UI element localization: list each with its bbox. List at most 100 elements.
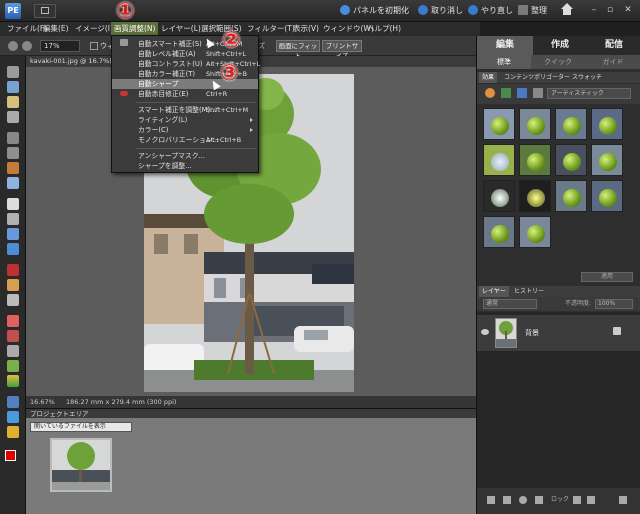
blend-mode-select[interactable]: 通常 <box>483 299 537 309</box>
selection-brush-tool-icon[interactable] <box>7 177 19 189</box>
menu-image[interactable]: イメージ(I) <box>72 22 116 36</box>
layer-row[interactable]: 背景 <box>477 315 640 351</box>
effect-thumbnail[interactable] <box>519 180 551 212</box>
marquee-tool-icon[interactable] <box>7 132 19 144</box>
filters-icon[interactable] <box>485 88 495 98</box>
redo-button[interactable]: やり直し <box>468 4 513 18</box>
window-fit-checkbox[interactable] <box>90 42 98 50</box>
menu-item-lighting[interactable]: ライティング(L) <box>112 115 258 125</box>
reset-icon <box>340 5 350 15</box>
effect-thumbnail[interactable] <box>591 144 623 176</box>
maximize-icon[interactable]: ▫ <box>604 4 616 16</box>
lasso-tool-icon[interactable] <box>7 147 19 159</box>
screen-fit-button[interactable]: 画面にフィット <box>276 40 320 60</box>
adjustment-layer-icon[interactable] <box>519 496 527 504</box>
menu-help[interactable]: ヘルプ(H) <box>364 22 404 36</box>
tab-share[interactable]: 配信 <box>587 36 640 55</box>
tab-create[interactable]: 作成 <box>533 36 587 55</box>
eyedropper-tool-icon[interactable] <box>7 111 19 123</box>
layer-thumbnail-image <box>496 319 516 347</box>
shape-tool-icon[interactable] <box>7 396 19 408</box>
enhance-menu-dropdown: 自動スマート補正(S) Alt+Ctrl+M 自動レベル補正(A) Shift+Ct… <box>111 35 260 173</box>
straighten-tool-icon[interactable] <box>7 243 19 255</box>
healing-brush-tool-icon[interactable] <box>7 279 19 291</box>
workspace-mode-button[interactable] <box>34 4 56 18</box>
print-size-button[interactable]: プリントサイズ <box>322 40 362 60</box>
home-icon[interactable] <box>560 3 574 17</box>
effects-category-select[interactable]: アーティスティック <box>547 88 631 99</box>
undo-button[interactable]: 取り消し <box>418 4 463 18</box>
trash-icon[interactable] <box>619 496 627 504</box>
menu-layer[interactable]: レイヤー(L) <box>158 22 204 36</box>
menu-separator <box>136 148 256 149</box>
tab-quick[interactable]: クイック <box>531 55 585 69</box>
move-tool-icon[interactable] <box>7 66 19 78</box>
type-tool-icon[interactable] <box>7 198 19 210</box>
eye-icon[interactable] <box>481 329 489 335</box>
clone-stamp-tool-icon[interactable] <box>7 294 19 306</box>
photo-effects-icon[interactable] <box>517 88 527 98</box>
smart-brush-tool-icon[interactable] <box>7 345 19 357</box>
show-all-icon[interactable] <box>533 88 543 98</box>
project-bin-select[interactable]: 開いているファイルを表示 <box>30 422 132 432</box>
cookie-cutter-tool-icon[interactable] <box>7 228 19 240</box>
paint-bucket-tool-icon[interactable] <box>7 360 19 372</box>
tab-layers[interactable]: レイヤー <box>479 286 509 297</box>
zoom-in-icon[interactable] <box>22 41 32 51</box>
zoom-out-icon[interactable] <box>8 41 18 51</box>
menu-item-auto-red-eye[interactable]: 自動赤目修正(E) Ctrl+R <box>112 89 258 99</box>
effect-thumbnail[interactable] <box>555 180 587 212</box>
close-icon[interactable]: ✕ <box>622 4 634 16</box>
zoom-field[interactable]: 17% <box>40 40 80 52</box>
menu-view[interactable]: 表示(V) <box>290 22 322 36</box>
menu-item-adjust-smart-fix[interactable]: スマート補正を調整(M)... Shift+Ctrl+M <box>112 105 258 115</box>
brush-tool-icon[interactable] <box>7 330 19 342</box>
effect-thumbnail[interactable] <box>591 108 623 140</box>
zoom-tool-icon[interactable] <box>7 81 19 93</box>
minimize-icon[interactable]: – <box>588 4 600 16</box>
tab-favorites[interactable]: ポリゴーター <box>531 72 573 83</box>
tab-guided[interactable]: ガイド <box>585 55 640 69</box>
menu-item-unsharp-mask[interactable]: アンシャープマスク... <box>112 151 258 161</box>
effect-thumbnail[interactable] <box>483 216 515 248</box>
effect-thumbnail[interactable] <box>591 180 623 212</box>
menu-item-convert-bw[interactable]: モノクロバリエーション... Alt+Ctrl+B <box>112 135 258 145</box>
effect-thumbnail[interactable] <box>555 108 587 140</box>
opacity-field[interactable]: 100% <box>595 299 633 309</box>
new-layer-icon[interactable] <box>487 496 495 504</box>
blur-tool-icon[interactable] <box>7 411 19 423</box>
organize-button[interactable]: 整理 <box>518 4 547 18</box>
menu-item-color[interactable]: カラー(C) <box>112 125 258 135</box>
foreground-color-swatch[interactable] <box>5 450 16 461</box>
effect-thumbnail[interactable] <box>483 108 515 140</box>
eraser-tool-icon[interactable] <box>7 315 19 327</box>
crop-tool-icon[interactable] <box>7 213 19 225</box>
effect-thumbnail[interactable] <box>519 216 551 248</box>
tab-swatches[interactable]: スウォッチ <box>569 72 605 83</box>
layer-mask-icon[interactable] <box>535 496 543 504</box>
tab-edit[interactable]: 編集 <box>477 36 533 55</box>
menu-edit[interactable]: 編集(E) <box>40 22 72 36</box>
menu-enhance[interactable]: 画質調整(N) <box>111 22 159 36</box>
new-group-icon[interactable] <box>503 496 511 504</box>
menu-item-adjust-sharpness[interactable]: シャープを調整... <box>112 161 258 171</box>
tab-effects[interactable]: 効果 <box>479 72 498 83</box>
effect-thumbnail[interactable] <box>519 144 551 176</box>
effect-thumbnail[interactable] <box>519 108 551 140</box>
tab-history[interactable]: ヒストリー <box>511 286 547 297</box>
effect-thumbnail[interactable] <box>483 144 515 176</box>
effect-thumbnail[interactable] <box>483 180 515 212</box>
hand-tool-icon[interactable] <box>7 96 19 108</box>
sponge-tool-icon[interactable] <box>7 426 19 438</box>
lock-transparent-icon[interactable] <box>573 496 581 504</box>
red-eye-tool-icon[interactable] <box>7 264 19 276</box>
project-thumbnail[interactable] <box>50 438 112 492</box>
lock-all-icon[interactable] <box>587 496 595 504</box>
effect-thumbnail[interactable] <box>555 144 587 176</box>
tab-standard[interactable]: 標準 <box>477 55 531 69</box>
layer-styles-icon[interactable] <box>501 88 511 98</box>
gradient-tool-icon[interactable] <box>7 375 19 387</box>
apply-effect-button[interactable]: 適用 <box>581 272 633 282</box>
reset-panels-button[interactable]: パネルを初期化 <box>340 4 409 18</box>
magic-wand-tool-icon[interactable] <box>7 162 19 174</box>
